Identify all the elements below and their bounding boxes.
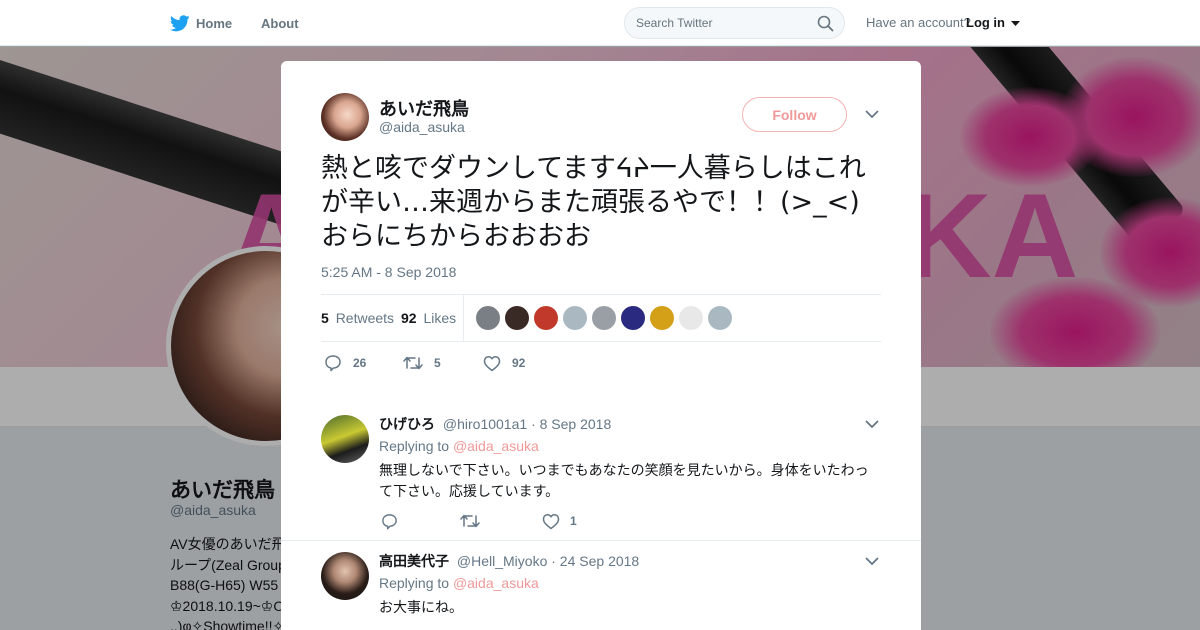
tweet-author-avatar[interactable] <box>321 93 369 141</box>
replying-prefix: Replying to <box>379 438 450 454</box>
tweet-timestamp[interactable]: 5:25 AM - 8 Sep 2018 <box>321 264 456 280</box>
reply-tweet[interactable]: 高田美代子 @Hell_Miyoko · 24 Sep 2018 Replyin… <box>281 541 921 630</box>
reply-date[interactable]: · 8 Sep 2018 <box>531 416 611 432</box>
chevron-down-icon[interactable] <box>865 419 879 429</box>
like-action[interactable]: 1 <box>542 510 577 532</box>
tweet-stats: 5 Retweets 92 Likes <box>321 294 881 342</box>
reply-action[interactable]: 26 <box>324 351 366 375</box>
reply-icon <box>325 355 341 372</box>
tweet-actions: 26 5 92 <box>321 351 621 375</box>
follow-button[interactable]: Follow <box>742 97 847 132</box>
tweet-author-handle[interactable]: @aida_asuka <box>379 119 465 135</box>
retweet-icon <box>460 514 480 528</box>
liker-avatar[interactable] <box>650 306 674 330</box>
caret-down-icon <box>1010 20 1020 26</box>
reply-text: 無理しないで下さい。いつまでもあなたの笑顔を見たいから。身体をいたわって下さい。… <box>379 463 869 500</box>
account-prompt: Have an account? <box>866 15 971 30</box>
reply-tweet[interactable]: ひげひろ @hiro1001a1 · 8 Sep 2018 Replying t… <box>281 404 921 541</box>
tweet-modal: あいだ飛鳥 @aida_asuka Follow 熱と咳でダウンしてますᔦᔨ一人… <box>281 61 921 630</box>
like-action[interactable]: 92 <box>483 351 525 375</box>
liker-avatar[interactable] <box>505 306 529 330</box>
liker-avatar[interactable] <box>534 306 558 330</box>
top-navigation: Home About Have an account? Log in <box>0 0 1200 46</box>
login-dropdown[interactable]: Log in <box>966 15 1020 30</box>
liker-avatar[interactable] <box>621 306 645 330</box>
stats-divider <box>463 295 464 341</box>
heart-icon <box>483 355 501 371</box>
retweet-count: 5 <box>434 356 441 370</box>
liker-avatar[interactable] <box>563 306 587 330</box>
login-label: Log in <box>966 15 1005 30</box>
reply-header: 高田美代子 @Hell_Miyoko · 24 Sep 2018 <box>379 551 639 571</box>
retweet-icon <box>403 356 423 370</box>
reply-actions: 1 <box>381 510 681 532</box>
like-count: 92 <box>512 356 526 370</box>
reply-header: ひげひろ @hiro1001a1 · 8 Sep 2018 <box>379 414 611 434</box>
reply-text: お大事にね。 <box>379 600 463 616</box>
chevron-down-icon[interactable] <box>865 556 879 566</box>
replying-to-handle[interactable]: @aida_asuka <box>453 438 539 454</box>
tweet-author-name[interactable]: あいだ飛鳥 <box>379 95 469 121</box>
replying-prefix: Replying to <box>379 575 450 591</box>
reply-author-avatar[interactable] <box>321 552 369 600</box>
reply-author-name[interactable]: 高田美代子 <box>379 553 449 569</box>
heart-icon <box>542 513 560 529</box>
nav-home-label: Home <box>196 15 233 31</box>
reply-author-handle[interactable]: @Hell_Miyoko <box>457 553 547 569</box>
likes-stat[interactable]: 92 Likes <box>401 310 456 326</box>
nav-about-link[interactable]: About <box>261 0 299 46</box>
search-input[interactable] <box>636 14 806 32</box>
replying-to-handle[interactable]: @aida_asuka <box>453 575 539 591</box>
retweet-action[interactable]: 5 <box>403 351 441 375</box>
chevron-down-icon[interactable] <box>865 109 879 119</box>
reply-author-handle[interactable]: @hiro1001a1 <box>443 416 527 432</box>
tweet-text: 熱と咳でダウンしてますᔦᔨ一人暮らしはこれが辛い…来週からまた頑張るやで！！(>… <box>321 153 866 252</box>
reply-date[interactable]: · 24 Sep 2018 <box>551 553 639 569</box>
retweets-count: 5 <box>321 310 329 326</box>
nav-home-link[interactable]: Home <box>170 0 232 46</box>
likes-label: Likes <box>423 310 457 326</box>
retweets-label: Retweets <box>335 310 395 326</box>
reply-like-count: 1 <box>570 514 577 528</box>
search-box[interactable] <box>624 7 845 39</box>
replying-to: Replying to @aida_asuka <box>379 575 539 591</box>
retweets-stat[interactable]: 5 Retweets <box>321 310 394 326</box>
reply-action[interactable] <box>381 510 408 532</box>
reply-author-name[interactable]: ひげひろ <box>379 416 435 432</box>
reply-author-avatar[interactable] <box>321 415 369 463</box>
twitter-bird-icon <box>170 14 190 31</box>
liker-avatar[interactable] <box>679 306 703 330</box>
close-icon[interactable] <box>1154 12 1178 36</box>
liker-avatar[interactable] <box>592 306 616 330</box>
replying-to: Replying to @aida_asuka <box>379 438 539 454</box>
reply-icon <box>382 513 397 529</box>
liker-avatar[interactable] <box>476 306 500 330</box>
search-icon[interactable] <box>817 15 834 32</box>
liker-avatar[interactable] <box>708 306 732 330</box>
reply-count: 26 <box>353 356 367 370</box>
likes-count: 92 <box>401 310 417 326</box>
retweet-action[interactable] <box>460 510 490 532</box>
